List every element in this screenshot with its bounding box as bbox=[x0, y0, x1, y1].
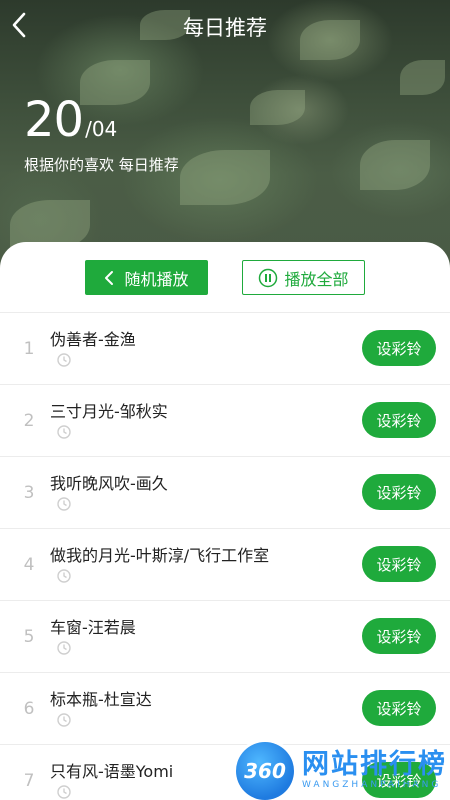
clock-icon bbox=[57, 497, 71, 511]
song-index: 7 bbox=[23, 771, 35, 791]
set-ringtone-button[interactable]: 设彩铃 bbox=[362, 330, 436, 366]
play-all-button[interactable]: 播放全部 bbox=[242, 260, 365, 295]
set-ringtone-button[interactable]: 设彩铃 bbox=[362, 690, 436, 726]
shuffle-play-button[interactable]: 随机播放 bbox=[85, 260, 208, 295]
song-index: 2 bbox=[23, 411, 35, 431]
song-list-card: 随机播放 播放全部 1 伪善者-金渔 设彩铃 2 三寸月光-邹秋实 设彩铃 3 … bbox=[0, 242, 450, 800]
song-row[interactable]: 7 只有风-语墨Yomi 设彩铃 bbox=[0, 744, 450, 800]
song-title: 只有风-语墨Yomi bbox=[50, 762, 174, 781]
page-title: 每日推荐 bbox=[183, 16, 267, 40]
clock-icon bbox=[57, 785, 71, 799]
clock-icon bbox=[57, 569, 71, 583]
set-ringtone-button[interactable]: 设彩铃 bbox=[362, 618, 436, 654]
song-title: 标本瓶-杜宣达 bbox=[50, 690, 152, 709]
song-row[interactable]: 2 三寸月光-邹秋实 设彩铃 bbox=[0, 384, 450, 456]
song-row[interactable]: 4 做我的月光-叶斯淳/飞行工作室 设彩铃 bbox=[0, 528, 450, 600]
pause-circle-icon bbox=[258, 268, 278, 288]
song-row[interactable]: 3 我听晚风吹-画久 设彩铃 bbox=[0, 456, 450, 528]
song-index: 6 bbox=[23, 699, 35, 719]
clock-icon bbox=[57, 713, 71, 727]
song-index: 1 bbox=[23, 339, 35, 359]
song-index: 5 bbox=[23, 627, 35, 647]
song-row[interactable]: 6 标本瓶-杜宣达 设彩铃 bbox=[0, 672, 450, 744]
song-index: 3 bbox=[23, 483, 35, 503]
play-all-label: 播放全部 bbox=[284, 269, 349, 289]
date-display: 20 /04 bbox=[24, 92, 117, 148]
song-title: 伪善者-金渔 bbox=[50, 330, 136, 349]
set-ringtone-button[interactable]: 设彩铃 bbox=[362, 474, 436, 510]
set-ringtone-button[interactable]: 设彩铃 bbox=[362, 762, 436, 798]
song-title: 做我的月光-叶斯淳/飞行工作室 bbox=[50, 546, 270, 565]
shuffle-play-label: 随机播放 bbox=[124, 269, 189, 289]
song-index: 4 bbox=[23, 555, 35, 575]
action-bar: 随机播放 播放全部 bbox=[0, 260, 450, 296]
set-ringtone-button[interactable]: 设彩铃 bbox=[362, 546, 436, 582]
clock-icon bbox=[57, 353, 71, 367]
set-ringtone-button[interactable]: 设彩铃 bbox=[362, 402, 436, 438]
recommend-subtitle: 根据你的喜欢 每日推荐 bbox=[24, 156, 179, 174]
chevron-left-icon bbox=[104, 270, 114, 286]
song-list: 1 伪善者-金渔 设彩铃 2 三寸月光-邹秋实 设彩铃 3 我听晚风吹-画久 设… bbox=[0, 312, 450, 800]
date-day: 20 bbox=[24, 92, 84, 148]
song-row[interactable]: 5 车窗-汪若晨 设彩铃 bbox=[0, 600, 450, 672]
date-month: /04 bbox=[85, 117, 118, 141]
song-row[interactable]: 1 伪善者-金渔 设彩铃 bbox=[0, 312, 450, 384]
song-title: 我听晚风吹-画久 bbox=[50, 474, 168, 493]
clock-icon bbox=[57, 641, 71, 655]
song-title: 车窗-汪若晨 bbox=[50, 618, 136, 637]
song-title: 三寸月光-邹秋实 bbox=[50, 402, 168, 421]
clock-icon bbox=[57, 425, 71, 439]
